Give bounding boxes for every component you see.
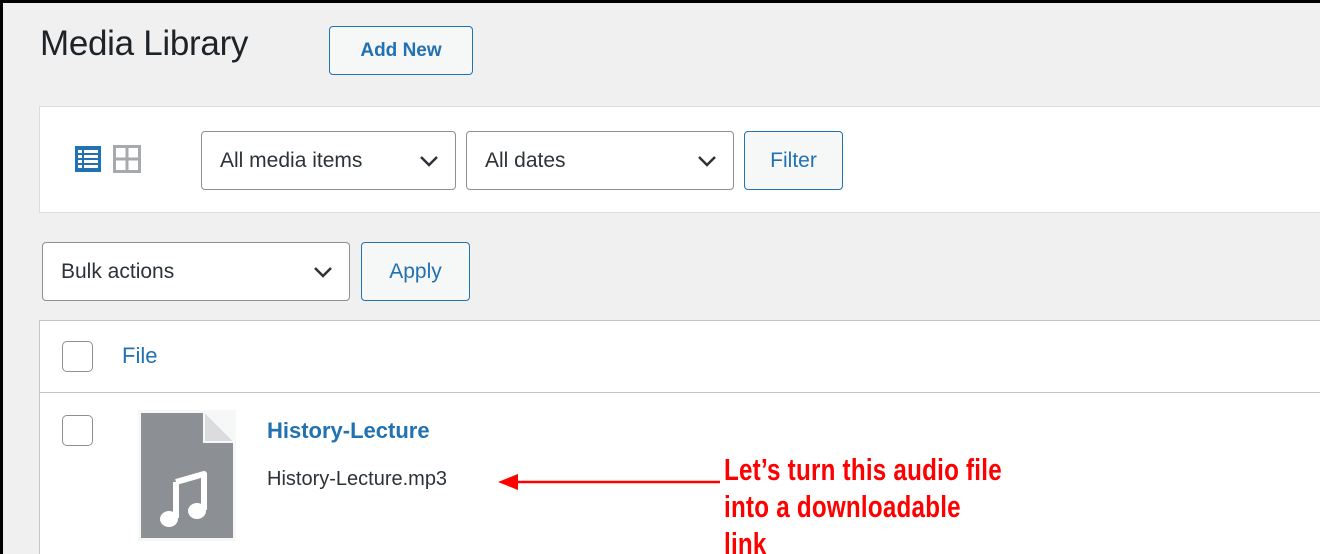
annotation-line: Let’s turn this audio file [724, 452, 1002, 487]
grid-view-icon[interactable] [113, 145, 141, 173]
select-all-checkbox[interactable] [62, 341, 93, 372]
table-header [40, 321, 1320, 393]
annotation-line: into a downloadable link [724, 489, 961, 554]
bulk-actions-select[interactable]: Bulk actions [42, 242, 350, 301]
apply-button[interactable]: Apply [361, 242, 470, 301]
bulk-actions-value: Bulk actions [61, 259, 175, 283]
date-select-value: All dates [485, 148, 566, 172]
media-type-select[interactable]: All media items [201, 131, 456, 190]
media-item-title[interactable]: History-Lecture [267, 418, 430, 444]
add-new-button[interactable]: Add New [329, 26, 473, 75]
audio-file-icon[interactable] [138, 410, 236, 541]
annotation-arrow [498, 474, 720, 490]
list-view-icon[interactable] [74, 145, 102, 173]
chevron-down-icon [314, 266, 332, 278]
column-header-file[interactable]: File [122, 343, 157, 369]
chevron-down-icon [420, 155, 438, 167]
date-select[interactable]: All dates [466, 131, 734, 190]
media-item-filename: History-Lecture.mp3 [267, 468, 448, 490]
annotation-text: Let’s turn this audio file into a downlo… [724, 451, 1005, 554]
chevron-down-icon [698, 155, 716, 167]
media-type-select-value: All media items [220, 148, 363, 172]
page-title: Media Library [40, 24, 249, 63]
row-checkbox[interactable] [62, 415, 93, 446]
filter-button[interactable]: Filter [744, 131, 843, 190]
